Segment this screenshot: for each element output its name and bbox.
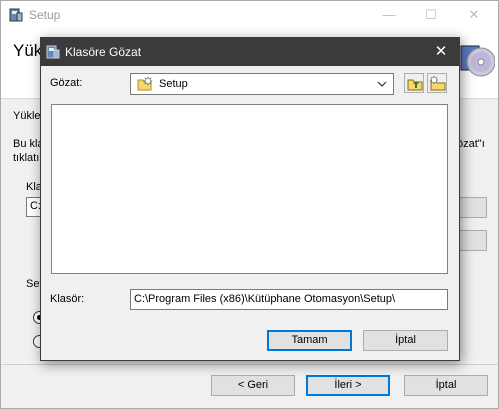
setup-browse-button[interactable]: [459, 197, 487, 218]
setup-app-icon: [46, 45, 60, 59]
setup-label-1: Yükle: [13, 110, 41, 122]
ok-button[interactable]: Tamam: [267, 330, 352, 351]
dialog-cancel-button[interactable]: İptal: [363, 330, 448, 351]
setup-heading: Yük: [13, 41, 43, 60]
back-button[interactable]: < Geri: [211, 375, 295, 396]
setup-window-title: Setup: [29, 8, 61, 22]
setup-titlebar: Setup — ☐ ✕: [1, 1, 498, 29]
dialog-titlebar[interactable]: Klasöre Gözat ✕: [41, 38, 459, 66]
look-in-value: Setup: [159, 78, 188, 90]
look-in-label: Gözat:: [50, 77, 83, 89]
minimize-icon[interactable]: —: [381, 7, 397, 23]
close-icon[interactable]: ✕: [433, 44, 449, 60]
cd-icon: [460, 45, 495, 77]
next-button[interactable]: İleri >: [306, 375, 390, 396]
setup-app-icon: [9, 8, 23, 22]
setup-label-2c: özat"ı: [457, 138, 485, 150]
folder-icon: [137, 76, 153, 91]
up-folder-button[interactable]: [404, 73, 424, 93]
browse-folder-dialog: Klasöre Gözat ✕ Gözat: Setup Klasör: C:\…: [40, 37, 460, 361]
up-folder-icon: [407, 79, 423, 91]
bottom-separator: [1, 364, 498, 365]
dialog-title: Klasöre Gözat: [65, 45, 142, 59]
maximize-icon[interactable]: ☐: [423, 7, 439, 23]
close-icon[interactable]: ✕: [466, 7, 482, 23]
folder-label: Klasör:: [50, 293, 85, 305]
folder-list[interactable]: [51, 104, 448, 274]
chevron-down-icon: [377, 81, 387, 87]
new-folder-icon: [430, 76, 446, 91]
setup-cancel-button[interactable]: İptal: [404, 375, 488, 396]
setup-label-2a: Bu kla: [13, 138, 44, 150]
new-folder-button[interactable]: [427, 73, 447, 93]
folder-path-input[interactable]: C:\Program Files (x86)\Kütüphane Otomasy…: [130, 289, 448, 310]
look-in-dropdown[interactable]: Setup: [130, 73, 394, 95]
setup-disk-cost-button[interactable]: [459, 230, 487, 251]
